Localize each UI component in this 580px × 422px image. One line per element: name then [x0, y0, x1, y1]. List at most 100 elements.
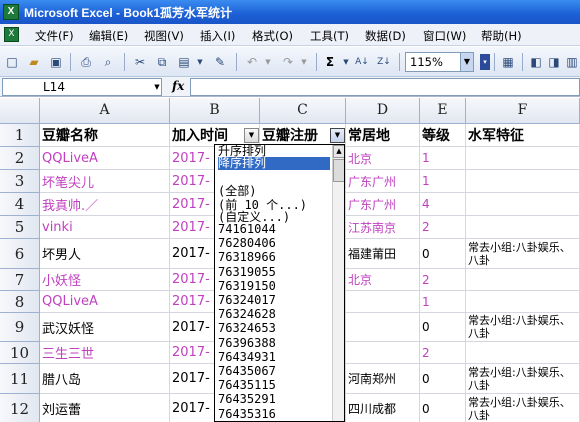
filter-option[interactable]: 76324653 [218, 322, 330, 335]
row-header[interactable]: 1 [0, 124, 40, 147]
copy-icon[interactable]: ⧉ [154, 54, 170, 70]
compare-icon[interactable]: ◧ [528, 54, 544, 70]
cell-e[interactable]: 0 [420, 364, 466, 394]
cell-a[interactable]: 刘运蕾 [40, 394, 170, 422]
cell-a[interactable]: QQLiveA [40, 147, 170, 170]
filter-option[interactable]: 76435291 [218, 393, 330, 406]
menu-data[interactable]: 数据(D) [365, 28, 406, 44]
cell-e[interactable]: 1 [420, 147, 466, 170]
menu-tools[interactable]: 工具(T) [310, 28, 349, 44]
cell-f[interactable]: 常去小组:八卦娱乐、八卦 [466, 313, 580, 342]
row-header[interactable]: 11 [0, 364, 40, 394]
filter-option[interactable]: (全部) [218, 185, 330, 198]
scroll-thumb[interactable] [333, 159, 344, 182]
header-cell-name[interactable]: 豆瓣名称 [40, 124, 170, 147]
sort-ascending-icon[interactable]: A↓ [354, 54, 370, 70]
zoom-box[interactable]: 115% [405, 52, 465, 72]
dropdown-scrollbar[interactable]: ▲ [332, 145, 344, 421]
cell-f[interactable] [466, 342, 580, 364]
cut-icon[interactable]: ✂ [132, 54, 148, 70]
reply-icon[interactable]: ◨ [546, 54, 562, 70]
row-header[interactable]: 6 [0, 239, 40, 269]
cell-f[interactable] [466, 147, 580, 170]
cell-e[interactable]: 2 [420, 216, 466, 239]
menu-help[interactable]: 帮助(H) [481, 28, 522, 44]
row-header[interactable]: 9 [0, 313, 40, 342]
cell-a[interactable]: 小妖怪 [40, 269, 170, 291]
fx-icon[interactable]: fx [172, 79, 184, 93]
scroll-up-icon[interactable]: ▲ [333, 145, 344, 158]
review-icon[interactable]: ▥ [564, 54, 580, 70]
autofilter-dropdown-list[interactable]: 升序排列 降序排列 (全部) (前 10 个...) (自定义...) 74161044 7… [214, 144, 345, 422]
column-header-b[interactable]: B [170, 98, 260, 124]
column-header-f[interactable]: F [466, 98, 580, 124]
header-cell-features[interactable]: 水军特征 [466, 124, 580, 147]
cell-a[interactable]: 武汉妖怪 [40, 313, 170, 342]
cell-e[interactable]: 1 [420, 170, 466, 193]
print-icon[interactable]: ⎙ [78, 54, 94, 70]
filter-option[interactable]: 76434931 [218, 350, 330, 364]
cell-f[interactable] [466, 216, 580, 239]
sort-descending-icon[interactable]: Z↓ [376, 54, 392, 70]
row-header[interactable]: 8 [0, 291, 40, 313]
row-header[interactable]: 3 [0, 170, 40, 193]
cell-e[interactable]: 2 [420, 269, 466, 291]
filter-option[interactable]: 76324017 [218, 294, 330, 307]
menu-format[interactable]: 格式(O) [252, 28, 293, 44]
name-box-dropdown-icon[interactable]: ▼ [152, 78, 162, 96]
filter-option[interactable]: 76318966 [218, 251, 330, 264]
redo-dropdown-icon[interactable]: ▼ [296, 54, 312, 70]
column-header-e[interactable]: E [420, 98, 466, 124]
autosum-icon[interactable]: Σ [322, 54, 338, 70]
menu-edit[interactable]: 编辑(E) [89, 28, 128, 44]
header-cell-level[interactable]: 等级 [420, 124, 466, 147]
chart-icon[interactable]: ▦ [500, 54, 516, 70]
workbook-icon[interactable]: X [4, 27, 19, 42]
cell-d[interactable]: 河南郑州 [346, 364, 420, 394]
cell-a[interactable]: 腊八岛 [40, 364, 170, 394]
format-painter-icon[interactable]: ✎ [212, 54, 228, 70]
filter-option[interactable]: 76319150 [218, 279, 330, 293]
menu-insert[interactable]: 插入(I) [200, 28, 235, 44]
save-icon[interactable]: ▣ [48, 54, 64, 70]
cell-f[interactable]: 常去小组:八卦娱乐、八卦 [466, 364, 580, 394]
cell-f[interactable]: 常去小组:八卦娱乐、八卦 [466, 394, 580, 422]
select-all-corner[interactable] [0, 98, 40, 124]
menu-view[interactable]: 视图(V) [144, 28, 184, 44]
formula-input[interactable] [190, 78, 580, 96]
filter-option[interactable]: 76280406 [218, 237, 330, 250]
print-preview-icon[interactable]: ⌕ [100, 54, 116, 70]
autosum-dropdown-icon[interactable]: ▼ [338, 54, 354, 70]
column-header-a[interactable]: A [40, 98, 170, 124]
row-header[interactable]: 12 [0, 394, 40, 422]
paste-dropdown-icon[interactable]: ▼ [192, 54, 208, 70]
cell-e[interactable]: 0 [420, 239, 466, 269]
cell-f[interactable] [466, 193, 580, 216]
cell-f[interactable] [466, 269, 580, 291]
cell-d[interactable]: 广东广州 [346, 193, 420, 216]
column-header-d[interactable]: D [346, 98, 420, 124]
filter-option[interactable]: 76396388 [218, 336, 330, 350]
redo-icon[interactable]: ↷ [280, 54, 296, 70]
filter-option[interactable]: 76435115 [218, 379, 330, 392]
row-header[interactable]: 2 [0, 147, 40, 170]
cell-a[interactable]: 坏笔尖儿 [40, 170, 170, 193]
cell-d[interactable]: 广东广州 [346, 170, 420, 193]
cell-e[interactable]: 0 [420, 313, 466, 342]
cell-e[interactable]: 0 [420, 394, 466, 422]
cell-e[interactable]: 2 [420, 342, 466, 364]
cell-d[interactable] [346, 342, 420, 364]
filter-dropdown-icon[interactable]: ▼ [330, 128, 345, 143]
new-icon[interactable]: □ [4, 54, 20, 70]
cell-f[interactable]: 常去小组:八卦娱乐、八卦 [466, 239, 580, 269]
column-header-c[interactable]: C [260, 98, 346, 124]
cell-d[interactable] [346, 291, 420, 313]
row-header[interactable]: 10 [0, 342, 40, 364]
undo-dropdown-icon[interactable]: ▼ [260, 54, 276, 70]
row-header[interactable]: 5 [0, 216, 40, 239]
toolbar-options-icon[interactable]: ▾ [480, 54, 490, 70]
filter-option[interactable]: 76435316 [218, 407, 330, 421]
menu-file[interactable]: 文件(F) [35, 28, 74, 44]
menu-window[interactable]: 窗口(W) [423, 28, 466, 44]
open-icon[interactable]: ▰ [26, 54, 42, 70]
